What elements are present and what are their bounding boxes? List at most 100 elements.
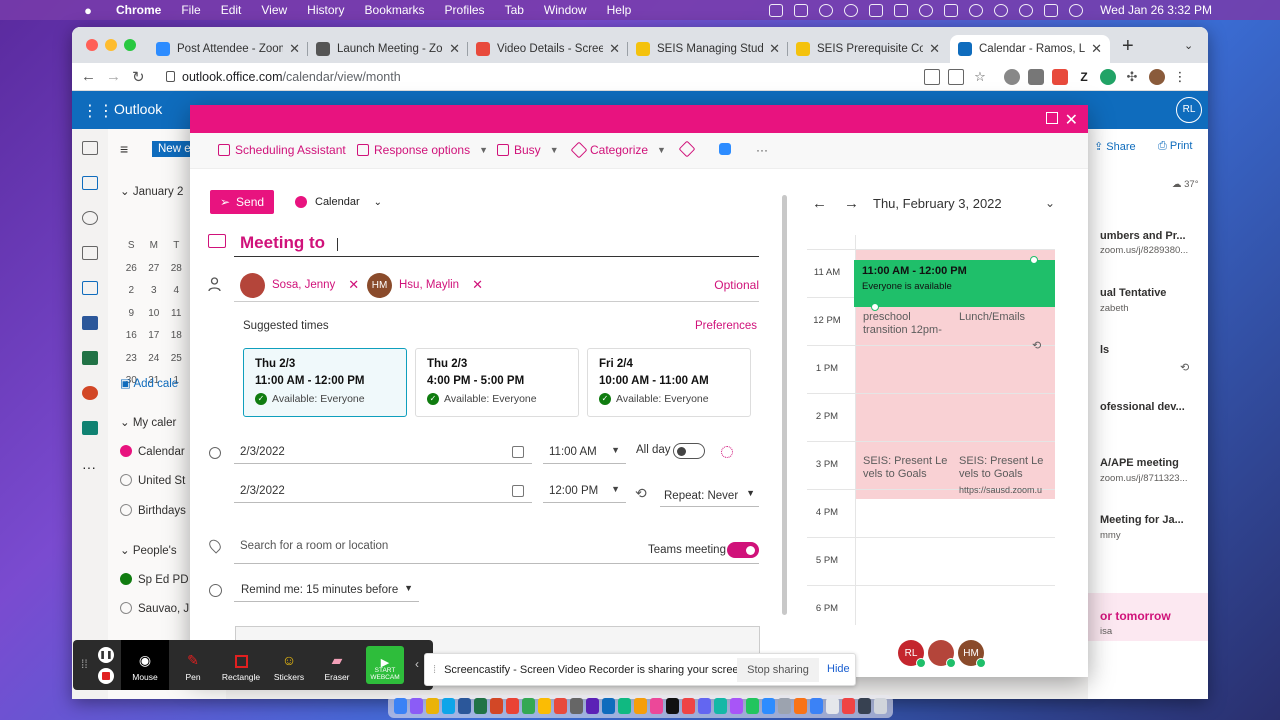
safari-icon[interactable] xyxy=(442,698,455,714)
attendee-chip[interactable]: HM Hsu, Maylin ✕ xyxy=(367,272,483,298)
calendar-item[interactable]: Sp Ed PD xyxy=(120,573,189,586)
more-icon[interactable]: ⋮ xyxy=(1172,69,1188,85)
todo-icon[interactable] xyxy=(82,281,98,295)
agenda-item[interactable]: ual Tentative xyxy=(1100,287,1166,299)
window-icon[interactable] xyxy=(894,3,909,17)
busy-button[interactable]: Busy ▼ xyxy=(497,143,559,157)
share-icon[interactable] xyxy=(948,69,964,85)
calendar-item[interactable]: United St xyxy=(120,474,185,487)
user-icon[interactable] xyxy=(994,3,1009,17)
siri-icon[interactable] xyxy=(1069,3,1084,17)
app-icon[interactable] xyxy=(506,698,519,714)
close-tab-icon[interactable]: ✕ xyxy=(769,41,780,57)
my-calendars-header[interactable]: ⌄ My caler xyxy=(120,415,176,429)
new-tab-icon[interactable]: + xyxy=(1122,35,1134,58)
scheduling-assistant-button[interactable]: Scheduling Assistant xyxy=(218,143,346,157)
mic-icon[interactable] xyxy=(769,3,784,17)
control-center-icon[interactable] xyxy=(1044,3,1059,17)
app-icon[interactable] xyxy=(714,698,727,714)
new-event-block[interactable]: 11:00 AM - 12:00 PM Everyone is availabl… xyxy=(854,260,1055,307)
rectangle-tool[interactable]: Rectangle xyxy=(217,640,265,690)
word-icon[interactable] xyxy=(458,698,471,714)
cloud-icon[interactable] xyxy=(844,3,859,17)
people-icon[interactable] xyxy=(82,211,98,225)
agenda-item[interactable]: or tomorrow xyxy=(1100,609,1171,623)
calendar-picker-icon[interactable] xyxy=(512,485,524,497)
menu-app[interactable]: Chrome xyxy=(116,3,161,17)
stop-record-icon[interactable] xyxy=(98,668,114,684)
finder-icon[interactable] xyxy=(394,698,407,714)
calendar-item[interactable]: Sauvao, J xyxy=(120,602,189,615)
drag-handle-icon[interactable]: ⁞ xyxy=(433,664,436,676)
start-webcam-button[interactable]: ▶ START WEBCAM xyxy=(366,646,404,684)
zoom-extension-icon[interactable]: Z xyxy=(1076,69,1092,85)
stickers-tool[interactable]: ☺ Stickers xyxy=(265,640,313,690)
close-tab-icon[interactable]: ✕ xyxy=(449,41,460,57)
suggested-time-card[interactable]: Fri 2/4 10:00 AM - 11:00 AM ✓ Available: … xyxy=(587,348,751,417)
app-icon[interactable] xyxy=(826,698,839,714)
zoom-window-icon[interactable] xyxy=(124,39,136,51)
mouse-tool[interactable]: ◉ Mouse xyxy=(121,640,169,690)
close-icon[interactable]: ✕ xyxy=(1065,110,1078,130)
next-day-icon[interactable]: → xyxy=(844,195,859,212)
pause-icon[interactable]: ❚❚ xyxy=(98,647,114,663)
tab-video-details[interactable]: Video Details - Screencastify✕ xyxy=(468,35,628,63)
all-day-toggle[interactable] xyxy=(673,443,705,459)
tab-launch-meeting[interactable]: Launch Meeting - Zoom✕ xyxy=(308,35,468,63)
chevron-down-icon[interactable]: ⌄ xyxy=(1045,196,1055,210)
hide-button[interactable]: Hide xyxy=(827,663,850,675)
app-icon[interactable] xyxy=(858,698,871,714)
outlook-icon[interactable] xyxy=(602,698,615,714)
app-icon[interactable] xyxy=(778,698,791,714)
menu-view[interactable]: View xyxy=(261,3,287,17)
calendar-picker-icon[interactable] xyxy=(512,446,524,458)
powerpoint-icon[interactable] xyxy=(82,386,98,400)
end-date-field[interactable]: 2/3/2022 xyxy=(234,481,532,503)
app-icon[interactable] xyxy=(634,698,647,714)
launchpad-icon[interactable] xyxy=(410,698,423,714)
drag-handle-icon[interactable]: ⁞⁞ xyxy=(81,657,88,671)
calendar-item[interactable]: Calendar xyxy=(120,445,185,458)
agenda-item[interactable]: umbers and Pr... xyxy=(1100,230,1186,242)
music-icon[interactable] xyxy=(682,698,695,714)
tab-seis-managing[interactable]: SEIS Managing Students✕ xyxy=(628,35,788,63)
status-icon[interactable] xyxy=(819,3,834,17)
app-icon[interactable] xyxy=(698,698,711,714)
menubar-clock[interactable]: Wed Jan 26 3:32 PM xyxy=(1100,3,1212,17)
preferences-link[interactable]: Preferences xyxy=(695,320,757,332)
close-tab-icon[interactable]: ✕ xyxy=(1091,41,1102,57)
calendar-event[interactable]: SEIS: Present Le vels to Goals xyxy=(959,455,1051,481)
sway-icon[interactable] xyxy=(82,421,98,435)
add-calendar-link[interactable]: ▣ Add cale xyxy=(120,376,178,390)
remove-icon[interactable]: ✕ xyxy=(472,277,483,293)
account-avatar[interactable]: RL xyxy=(1176,97,1202,123)
calendar-icon[interactable] xyxy=(82,176,98,190)
app-icon[interactable] xyxy=(554,698,567,714)
zoom-icon[interactable] xyxy=(762,698,775,714)
app-icon[interactable] xyxy=(794,698,807,714)
peoples-calendars-header[interactable]: ⌄ People's xyxy=(120,543,177,557)
form-scrollbar[interactable] xyxy=(782,195,787,615)
extension-icon[interactable] xyxy=(1004,69,1020,85)
extension-icon[interactable] xyxy=(1100,69,1116,85)
screen-icon[interactable] xyxy=(869,3,884,17)
excel-icon[interactable] xyxy=(474,698,487,714)
menu-history[interactable]: History xyxy=(307,3,344,17)
repeat-dropdown[interactable]: Repeat: Never ▼ xyxy=(660,485,759,507)
app-icon[interactable] xyxy=(842,698,855,714)
eraser-tool[interactable]: ▰ Eraser xyxy=(313,640,361,690)
event-link[interactable]: https://sausd.zoom.u xyxy=(959,484,1051,497)
minimize-window-icon[interactable] xyxy=(105,39,117,51)
app-icon[interactable] xyxy=(522,698,535,714)
tab-post-attendee[interactable]: Post Attendee - Zoom ✕ xyxy=(148,35,308,63)
tab-calendar[interactable]: Calendar - Ramos, Lisa✕ xyxy=(950,35,1110,63)
attendee-avatar[interactable]: HM xyxy=(958,640,986,668)
app-icon[interactable] xyxy=(810,698,823,714)
battery-icon[interactable] xyxy=(944,3,959,17)
suggested-time-card[interactable]: Thu 2/3 4:00 PM - 5:00 PM ✓ Available: Ev… xyxy=(415,348,579,417)
menu-bookmarks[interactable]: Bookmarks xyxy=(365,3,425,17)
attendee-chip[interactable]: Sosa, Jenny ✕ xyxy=(240,272,359,298)
end-time-field[interactable]: 12:00 PM ▼ xyxy=(543,481,626,503)
chrome-icon[interactable] xyxy=(426,698,439,714)
tab-seis-prerequisite[interactable]: SEIS Prerequisite Course✕ xyxy=(788,35,948,63)
